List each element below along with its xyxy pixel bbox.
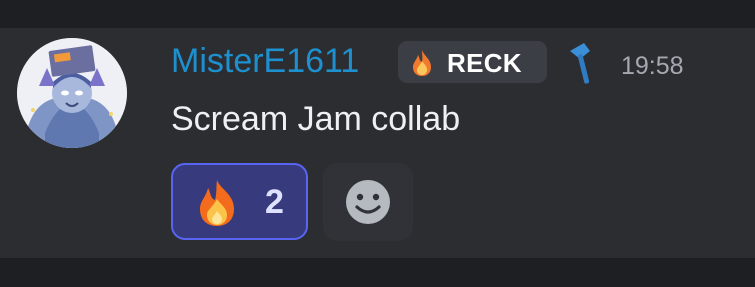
- pickaxe-icon[interactable]: [568, 42, 598, 86]
- timestamp: 19:58: [621, 52, 684, 80]
- fire-reaction-button[interactable]: 2: [171, 163, 308, 240]
- fire-emoji-icon: [200, 180, 234, 226]
- smiley-icon: [346, 180, 390, 224]
- chat-message: MisterE1611 RECK 19:58 Scream Jam collab…: [0, 28, 755, 258]
- message-content: Scream Jam collab: [171, 100, 461, 138]
- add-reaction-button[interactable]: [323, 163, 413, 241]
- fire-icon: [413, 50, 431, 76]
- server-tag-label: RECK: [447, 48, 522, 78]
- server-tag-badge[interactable]: RECK: [398, 41, 547, 83]
- username[interactable]: MisterE1611: [171, 42, 359, 81]
- reaction-count: 2: [265, 183, 284, 221]
- avatar[interactable]: [17, 38, 127, 148]
- message-header: MisterE1611 RECK 19:58: [171, 40, 731, 84]
